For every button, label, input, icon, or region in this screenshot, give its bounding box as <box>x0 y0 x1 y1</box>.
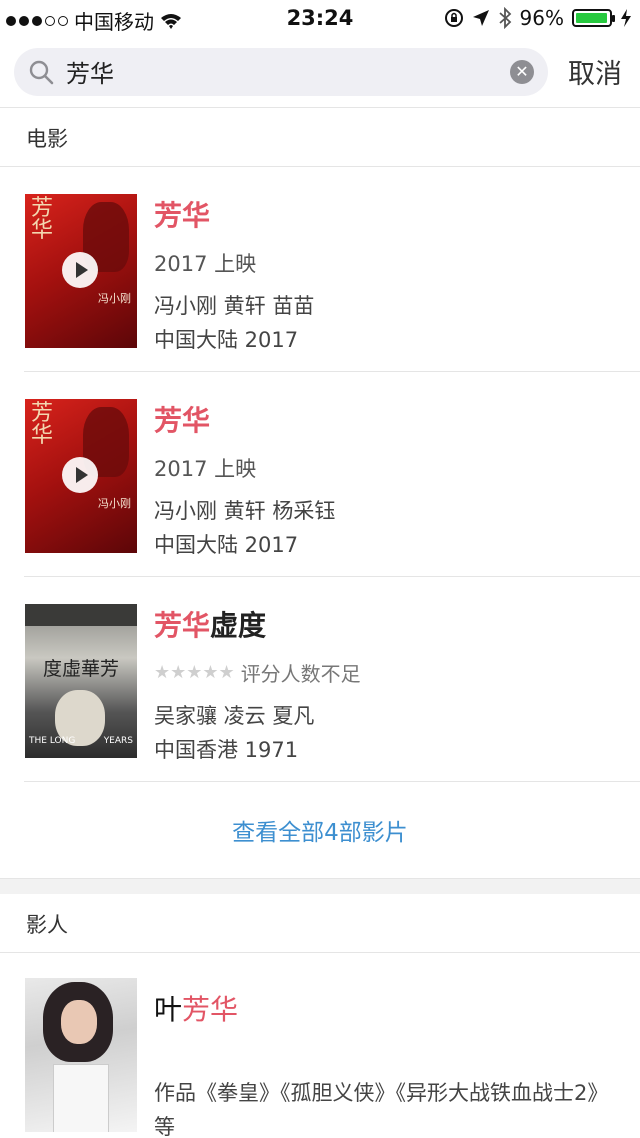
release-info: 2017 上映 <box>154 457 257 481</box>
movie-title: 芳华虚度 <box>154 604 266 644</box>
region-year: 中国大陆 2017 <box>154 328 299 352</box>
movie-item[interactable]: 度虛華芳 THE LONG YEARS 芳华虚度 ★★★★★ 评分人数不足 吴家骧… <box>0 578 640 782</box>
search-query[interactable]: 芳华 <box>66 54 510 89</box>
rating-text: 评分人数不足 <box>240 662 361 686</box>
movie-poster[interactable]: 芳华 冯小刚 <box>25 399 137 553</box>
title-rest: 虚度 <box>210 609 267 642</box>
title-highlight: 芳华 <box>154 609 211 642</box>
search-icon <box>29 60 54 84</box>
battery-level <box>576 13 607 23</box>
rating-stars-icon: ★★★★★ <box>154 662 235 683</box>
bluetooth-icon <box>498 7 511 29</box>
location-icon <box>472 10 489 26</box>
charging-icon <box>621 9 631 27</box>
person-works: 作品《拳皇》《孤胆义侠》《异形大战铁血战士2》等 <box>154 1081 609 1138</box>
cast-list: 吴家骧 凌云 夏凡 <box>154 704 315 728</box>
section-header-people: 影人 <box>0 895 640 953</box>
region-year: 中国大陆 2017 <box>154 533 299 557</box>
person-photo[interactable] <box>25 978 137 1132</box>
poster-title: 度虛華芳 <box>42 658 119 680</box>
divider <box>24 371 640 372</box>
name-highlight: 芳华 <box>182 993 239 1026</box>
poster-subtitle-right: YEARS <box>103 736 133 746</box>
poster-subtitle-left: THE LONG <box>29 736 76 746</box>
title-highlight: 芳华 <box>154 199 211 232</box>
see-all-movies-link[interactable]: 查看全部4部影片 <box>0 782 640 878</box>
movie-poster[interactable]: 芳华 冯小刚 <box>25 194 137 348</box>
play-icon[interactable] <box>62 457 98 493</box>
movie-title: 芳华 <box>154 399 210 439</box>
status-bar: 中国移动 23:24 96% <box>0 0 640 36</box>
movie-item[interactable]: 芳华 冯小刚 芳华 2017 上映 冯小刚 黄轩 杨采钰 中国大陆 2017 <box>0 373 640 577</box>
person-item[interactable]: 叶芳华 作品《拳皇》《孤胆义侠》《异形大战铁血战士2》等 <box>0 954 640 1138</box>
poster-banner <box>25 604 137 626</box>
movie-item[interactable]: 芳华 冯小刚 芳华 2017 上映 冯小刚 黄轩 苗苗 中国大陆 2017 <box>0 168 640 372</box>
name-prefix: 叶 <box>154 993 183 1026</box>
cast-list: 冯小刚 黄轩 杨采钰 <box>154 499 336 523</box>
release-info: 2017 上映 <box>154 252 257 276</box>
status-right: 96% <box>444 6 632 30</box>
poster-title: 芳华 <box>31 401 54 448</box>
region-year: 中国香港 1971 <box>154 738 299 762</box>
divider <box>24 576 640 577</box>
search-row: 芳华 ✕ 取消 <box>0 36 640 108</box>
play-icon[interactable] <box>62 252 98 288</box>
rating-row: ★★★★★ 评分人数不足 <box>154 658 361 687</box>
cast-list: 冯小刚 黄轩 苗苗 <box>154 294 315 318</box>
cancel-button[interactable]: 取消 <box>568 52 622 91</box>
section-header-movies: 电影 <box>0 109 640 167</box>
poster-title: 芳华 <box>31 196 54 243</box>
poster-director: 冯小刚 <box>98 292 131 305</box>
movie-title: 芳华 <box>154 194 210 234</box>
photo-dress <box>53 1064 109 1132</box>
movie-poster[interactable]: 度虛華芳 THE LONG YEARS <box>25 604 137 758</box>
section-gap <box>0 878 640 894</box>
battery-icon <box>572 9 615 27</box>
person-name: 叶芳华 <box>154 988 238 1028</box>
title-highlight: 芳华 <box>154 404 211 437</box>
clear-icon[interactable]: ✕ <box>510 59 534 84</box>
rotation-lock-icon <box>444 9 463 27</box>
photo-face <box>61 1000 97 1044</box>
search-input[interactable]: 芳华 ✕ <box>14 47 548 96</box>
battery-percent: 96% <box>519 6 564 30</box>
poster-director: 冯小刚 <box>98 497 131 510</box>
